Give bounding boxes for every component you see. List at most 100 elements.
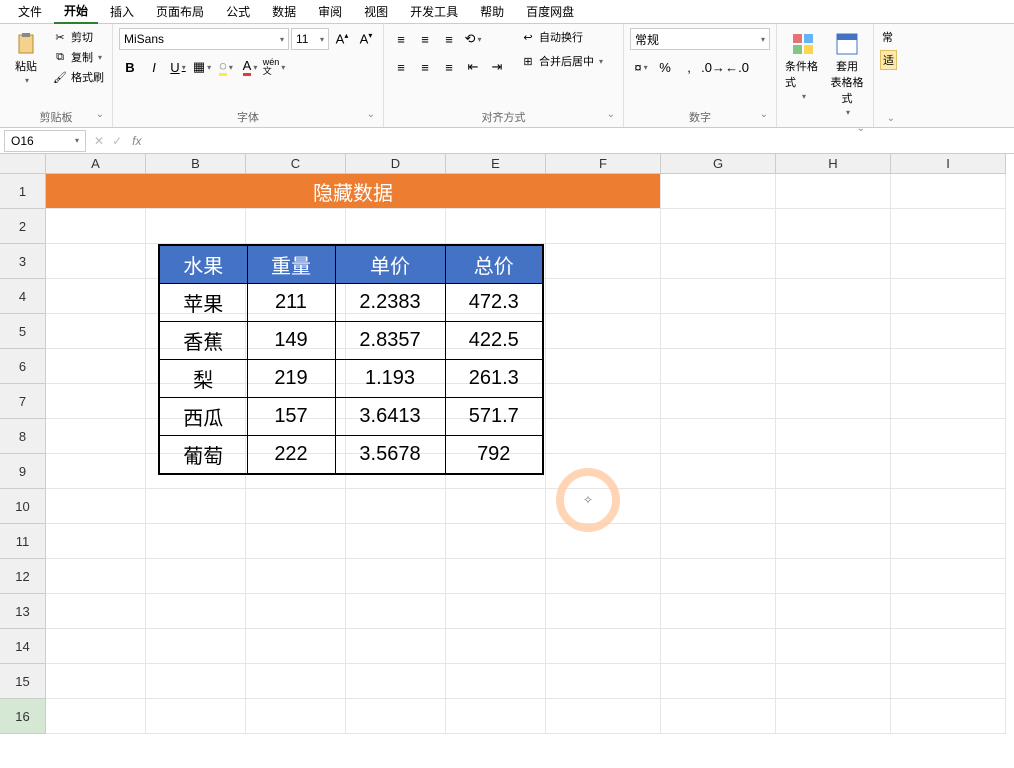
cell[interactable] xyxy=(46,314,146,349)
cell[interactable] xyxy=(446,489,546,524)
select-all-corner[interactable] xyxy=(0,154,46,174)
cell[interactable] xyxy=(776,244,891,279)
cell[interactable] xyxy=(246,594,346,629)
table-cell[interactable]: 211 xyxy=(247,284,335,322)
cell[interactable] xyxy=(891,559,1006,594)
table-cell[interactable]: 2.8357 xyxy=(335,322,445,360)
cell[interactable] xyxy=(146,594,246,629)
cell[interactable] xyxy=(46,489,146,524)
table-cell[interactable]: 3.6413 xyxy=(335,398,445,436)
table-cell[interactable]: 香蕉 xyxy=(159,322,247,360)
font-name-select[interactable]: MiSans▾ xyxy=(119,28,289,50)
cell[interactable] xyxy=(146,629,246,664)
cell[interactable] xyxy=(546,384,661,419)
cell[interactable] xyxy=(891,349,1006,384)
cell[interactable] xyxy=(776,594,891,629)
cell[interactable] xyxy=(661,629,776,664)
cell[interactable] xyxy=(546,594,661,629)
table-cell[interactable]: 261.3 xyxy=(445,360,543,398)
cell[interactable] xyxy=(546,244,661,279)
cell[interactable] xyxy=(661,699,776,734)
cell[interactable] xyxy=(546,419,661,454)
cell[interactable] xyxy=(246,559,346,594)
cell[interactable] xyxy=(546,664,661,699)
col-header-C[interactable]: C xyxy=(246,154,346,174)
fx-icon[interactable]: fx xyxy=(126,134,147,148)
conditional-format-button[interactable]: 条件格式 xyxy=(783,28,823,105)
cell[interactable] xyxy=(776,559,891,594)
underline-button[interactable]: U xyxy=(167,56,189,78)
cell[interactable] xyxy=(661,174,776,209)
cell[interactable] xyxy=(891,384,1006,419)
cell[interactable] xyxy=(346,664,446,699)
cell[interactable] xyxy=(46,664,146,699)
table-cell[interactable]: 苹果 xyxy=(159,284,247,322)
col-header-E[interactable]: E xyxy=(446,154,546,174)
fill-color-button[interactable]: ◌ xyxy=(215,56,237,78)
table-header[interactable]: 单价 xyxy=(335,245,445,284)
cell[interactable] xyxy=(891,209,1006,244)
cell[interactable] xyxy=(346,489,446,524)
cell[interactable] xyxy=(346,594,446,629)
increase-decimal-button[interactable]: .0→ xyxy=(702,56,724,78)
border-button[interactable]: ▦ xyxy=(191,56,213,78)
cell[interactable] xyxy=(146,489,246,524)
font-color-button[interactable]: A xyxy=(239,56,261,78)
name-box[interactable]: O16▾ xyxy=(4,130,86,152)
cell[interactable] xyxy=(46,629,146,664)
cell[interactable] xyxy=(246,629,346,664)
cell[interactable] xyxy=(446,559,546,594)
row-header-15[interactable]: 15 xyxy=(0,664,46,699)
cell[interactable] xyxy=(546,559,661,594)
align-top-button[interactable]: ≡ xyxy=(390,28,412,50)
table-header[interactable]: 重量 xyxy=(247,245,335,284)
merge-center-button[interactable]: ⊞合并后居中 xyxy=(518,52,605,70)
cell[interactable] xyxy=(776,384,891,419)
menu-百度网盘[interactable]: 百度网盘 xyxy=(516,0,584,23)
table-format-button[interactable]: 套用 表格格式 xyxy=(827,28,867,121)
cell[interactable] xyxy=(661,349,776,384)
indent-decrease-button[interactable]: ⇤ xyxy=(462,56,484,78)
decrease-decimal-button[interactable]: ←.0 xyxy=(726,56,748,78)
paste-button[interactable]: 粘贴 xyxy=(6,28,46,89)
cell[interactable] xyxy=(46,699,146,734)
row-header-7[interactable]: 7 xyxy=(0,384,46,419)
cell[interactable] xyxy=(776,419,891,454)
cell[interactable] xyxy=(661,489,776,524)
cell[interactable] xyxy=(46,209,146,244)
cell[interactable] xyxy=(661,419,776,454)
table-cell[interactable]: 2.2383 xyxy=(335,284,445,322)
cell[interactable] xyxy=(546,279,661,314)
cell[interactable] xyxy=(776,174,891,209)
menu-开发工具[interactable]: 开发工具 xyxy=(400,0,468,23)
table-cell[interactable]: 472.3 xyxy=(445,284,543,322)
cell[interactable] xyxy=(776,454,891,489)
table-cell[interactable]: 梨 xyxy=(159,360,247,398)
cell[interactable] xyxy=(246,524,346,559)
cell[interactable] xyxy=(661,279,776,314)
cell[interactable] xyxy=(346,699,446,734)
table-cell[interactable]: 葡萄 xyxy=(159,436,247,475)
cell[interactable] xyxy=(246,209,346,244)
cell[interactable] xyxy=(891,594,1006,629)
cell[interactable] xyxy=(776,349,891,384)
cell[interactable] xyxy=(661,664,776,699)
cell[interactable] xyxy=(546,699,661,734)
confirm-icon[interactable]: ✓ xyxy=(108,134,126,148)
cell[interactable] xyxy=(776,629,891,664)
cell[interactable] xyxy=(46,559,146,594)
cell[interactable] xyxy=(146,209,246,244)
cell[interactable] xyxy=(46,244,146,279)
format-painter-button[interactable]: 🖌格式刷 xyxy=(50,68,106,86)
table-cell[interactable]: 149 xyxy=(247,322,335,360)
cell[interactable] xyxy=(246,664,346,699)
table-cell[interactable]: 157 xyxy=(247,398,335,436)
cell[interactable] xyxy=(891,489,1006,524)
wrap-text-button[interactable]: ↩自动换行 xyxy=(518,28,605,46)
cell[interactable] xyxy=(776,699,891,734)
row-header-10[interactable]: 10 xyxy=(0,489,46,524)
cell[interactable] xyxy=(446,209,546,244)
table-cell[interactable]: 571.7 xyxy=(445,398,543,436)
cell[interactable] xyxy=(891,419,1006,454)
cell[interactable] xyxy=(891,454,1006,489)
